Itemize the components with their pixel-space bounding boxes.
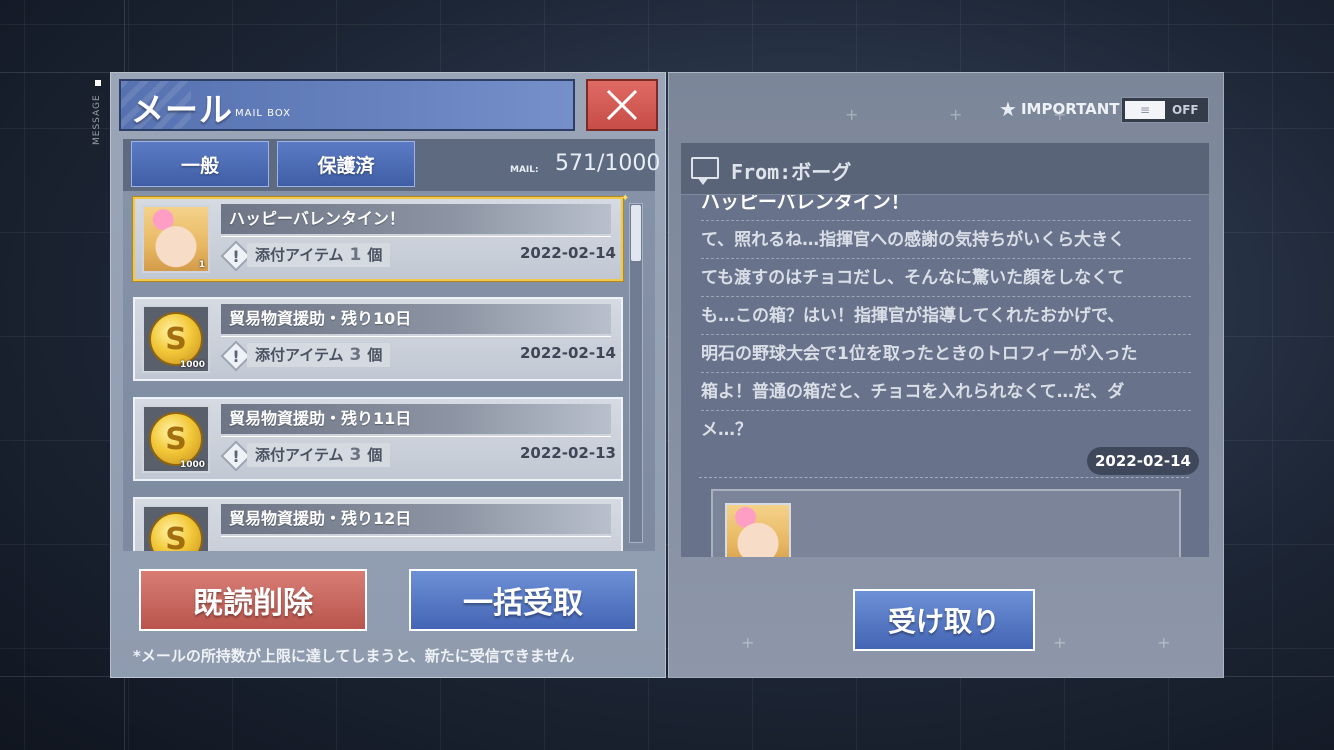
mail-title: 貿易物資援助・残り10日 [221, 304, 611, 337]
important-toggle[interactable]: ≡ OFF [1121, 97, 1209, 123]
attachment-count: 3 [349, 445, 362, 465]
thumb-count: 1000 [179, 460, 205, 470]
attachment-info: 添付アイテム 3 個 [247, 443, 391, 467]
delete-read-button[interactable]: 既読削除 [139, 569, 367, 631]
toggle-knob-icon: ≡ [1125, 101, 1165, 119]
attachment-label: 添付アイテム [255, 446, 344, 464]
sparkle-icon: ✦ [621, 193, 630, 204]
important-filter: ★ IMPORTANT [999, 99, 1120, 119]
message-line: 明石の野球大会で1位を取ったときのトロフィーが入った [701, 335, 1191, 373]
attachment-unit: 個 [367, 346, 383, 364]
scrollbar-thumb[interactable] [631, 205, 641, 261]
mail-item[interactable]: S 貿易物資援助・残り12日 [133, 497, 623, 551]
close-button[interactable] [586, 79, 658, 131]
attachment-unit: 個 [367, 446, 383, 464]
attachment-item[interactable] [725, 503, 791, 557]
mailbox-title-bar: メール MAIL BOX [119, 79, 575, 131]
chat-bubble-icon [691, 157, 719, 185]
message-header: From:ボーグ [681, 143, 1209, 195]
mail-item[interactable]: S 1000 貿易物資援助・残り11日 ! 添付アイテム 3 個 2022-02… [133, 397, 623, 481]
side-label: MESSAGE [92, 94, 102, 146]
star-icon: ★ [999, 97, 1017, 121]
attachment-count: 1 [349, 245, 362, 265]
footer-note: *メールの所持数が上限に達してしまうと、新たに受信できません [133, 647, 575, 665]
gold-coin-icon: S [149, 512, 203, 551]
mailbox-panel: メール MAIL BOX 一般 保護済 MAIL: 571/1000 1 ハッピ… [110, 72, 666, 678]
mail-list-area: 一般 保護済 MAIL: 571/1000 1 ハッピーバレンタイン！ ! 添付… [123, 139, 660, 551]
plus-decoration: + [845, 105, 859, 124]
tab-general[interactable]: 一般 [131, 141, 269, 187]
gold-coin-icon: S [149, 312, 203, 366]
toggle-state: OFF [1172, 103, 1199, 117]
message-line: て、照れるね…指揮官への感謝の気持ちがいくら大きく [701, 221, 1191, 259]
character-avatar [727, 505, 789, 557]
receive-button[interactable]: 受け取り [853, 589, 1035, 651]
mail-date: 2022-02-13 [520, 444, 616, 462]
gold-coin-thumb: S 1000 [142, 405, 210, 473]
message-line: メ…？ [701, 420, 752, 440]
tab-protected[interactable]: 保護済 [277, 141, 415, 187]
mail-count: 571/1000 [555, 151, 661, 176]
attachment-info: 添付アイテム 1 個 [247, 243, 391, 267]
plus-decoration: + [1053, 633, 1067, 652]
mail-list: 1 ハッピーバレンタイン！ ! 添付アイテム 1 個 2022-02-14 S … [123, 191, 655, 551]
message-line: も…この箱？はい！指揮官が指導してくれたおかげで、 [701, 297, 1191, 335]
receive-all-button[interactable]: 一括受取 [409, 569, 637, 631]
mail-title: ハッピーバレンタイン！ [221, 204, 611, 237]
page-title: メール [131, 90, 233, 129]
mail-count-label: MAIL: [510, 165, 539, 175]
message-box: ハッピーバレンタイン！ て、照れるね…指揮官への感謝の気持ちがいくら大きく ても… [681, 143, 1209, 557]
attachment-info: 添付アイテム 3 個 [247, 343, 391, 367]
attachment-box [711, 489, 1181, 557]
thumb-count: 1000 [179, 360, 205, 370]
mail-date: 2022-02-14 [520, 344, 616, 362]
message-panel: + + + + + + ★ IMPORTANT ≡ OFF ハッピーバレンタイン… [668, 72, 1224, 678]
character-avatar: 1 [142, 205, 210, 273]
important-label: IMPORTANT [1020, 100, 1120, 118]
plus-decoration: + [949, 105, 963, 124]
mail-item[interactable]: 1 ハッピーバレンタイン！ ! 添付アイテム 1 個 2022-02-14 [133, 197, 623, 281]
plus-decoration: + [741, 633, 755, 652]
message-sender: From:ボーグ [731, 160, 852, 184]
page-subtitle: MAIL BOX [235, 108, 291, 119]
attachment-count: 3 [349, 345, 362, 365]
plus-decoration: + [1157, 633, 1171, 652]
attachment-label: 添付アイテム [255, 346, 344, 364]
thumb-count: 1 [198, 260, 205, 270]
gold-coin-thumb: S 1000 [142, 305, 210, 373]
message-date: 2022-02-14 [1087, 447, 1199, 475]
message-line: ても渡すのはチョコだし、そんなに驚いた顔をしなくて [701, 259, 1191, 297]
message-divider [699, 477, 1189, 478]
mail-date: 2022-02-14 [520, 244, 616, 262]
mail-item[interactable]: S 1000 貿易物資援助・残り10日 ! 添付アイテム 3 個 2022-02… [133, 297, 623, 381]
mail-title: 貿易物資援助・残り12日 [221, 504, 611, 537]
mail-title: 貿易物資援助・残り11日 [221, 404, 611, 437]
attachment-unit: 個 [367, 246, 383, 264]
message-body: ハッピーバレンタイン！ て、照れるね…指揮官への感謝の気持ちがいくら大きく ても… [701, 183, 1191, 449]
attachment-label: 添付アイテム [255, 246, 344, 264]
gold-coin-icon: S [149, 412, 203, 466]
message-line: 箱よ！普通の箱だと、チョコを入れられなくて…だ、ダ [701, 373, 1191, 411]
gold-coin-thumb: S [142, 505, 210, 551]
close-icon [606, 89, 638, 121]
